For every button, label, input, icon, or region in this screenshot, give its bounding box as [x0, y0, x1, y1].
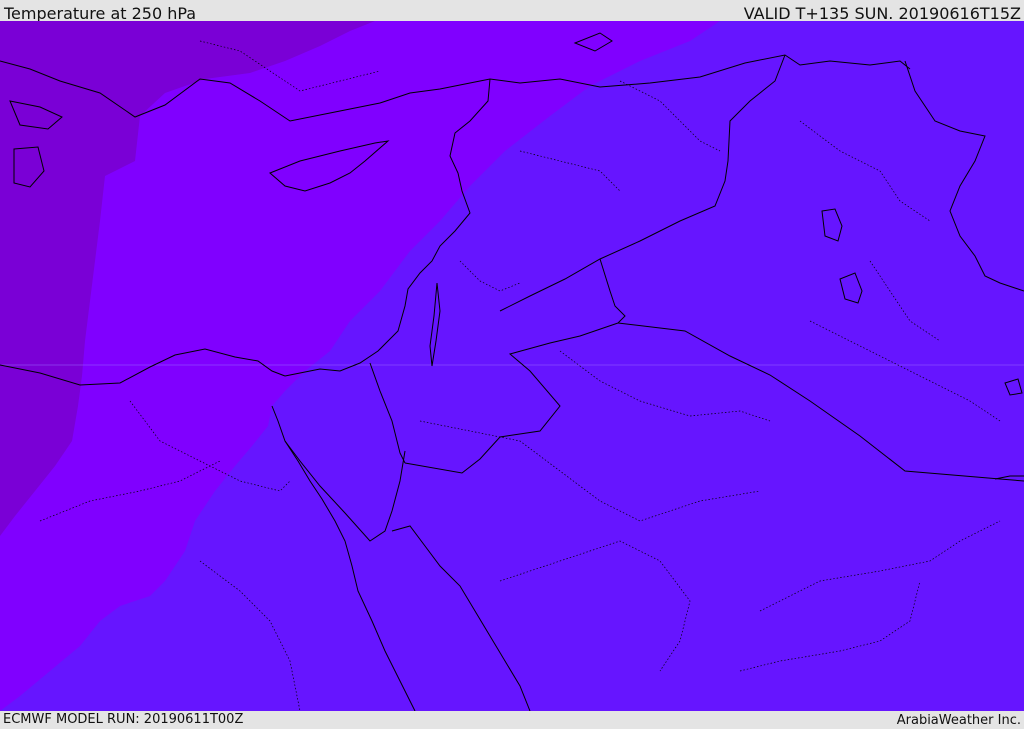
- credit-label: ArabiaWeather Inc.: [896, 713, 1021, 728]
- map-svg: [0, 21, 1024, 711]
- model-run-label: ECMWF MODEL RUN: 20190611T00Z: [3, 712, 244, 727]
- footer-bar: ECMWF MODEL RUN: 20190611T00Z ArabiaWeat…: [0, 711, 1024, 729]
- temperature-map: [0, 21, 1024, 711]
- header-bar: Temperature at 250 hPa VALID T+135 SUN. …: [0, 0, 1024, 23]
- map-frame: Temperature at 250 hPa VALID T+135 SUN. …: [0, 0, 1024, 729]
